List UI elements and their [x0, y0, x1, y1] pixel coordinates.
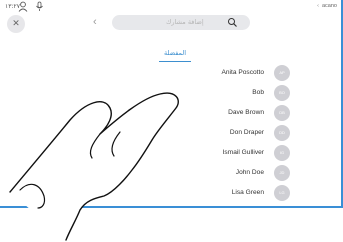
status-right: ‹ acano — [317, 3, 337, 9]
tab-favorites[interactable]: المفضلة — [159, 49, 191, 62]
contact-row[interactable]: Lisa Green LG — [190, 184, 292, 202]
contact-name: Ismail Gulliver — [222, 149, 264, 156]
back-chevron-icon[interactable]: ‹ — [93, 15, 97, 30]
contact-row[interactable]: Anita Poscotto AP — [190, 64, 292, 82]
search-placeholder: إضافة مشارك — [166, 18, 204, 26]
contact-row[interactable]: Bob BO — [190, 84, 292, 102]
avatar: DD — [274, 125, 290, 141]
contact-row[interactable]: Ismail Gulliver IG — [190, 144, 292, 162]
avatar: IG — [274, 145, 290, 161]
contact-row[interactable]: Dave Brown DB — [190, 104, 292, 122]
contact-name: Bob — [252, 89, 264, 96]
search-bar[interactable]: إضافة مشارك — [112, 15, 250, 30]
contact-row[interactable]: John Doe JD — [190, 164, 292, 182]
contact-row[interactable]: Don Draper DD — [190, 124, 292, 142]
contact-name: Dave Brown — [228, 109, 264, 116]
avatar: LG — [274, 185, 290, 201]
search-icon — [228, 18, 237, 27]
microphone-icon — [36, 1, 43, 11]
close-button[interactable]: ✕ — [7, 15, 25, 33]
status-brand: acano — [322, 3, 337, 9]
contact-name: John Doe — [235, 169, 264, 176]
status-bar: ١٣:٢٧ ‹ acano — [0, 0, 343, 14]
contact-name: Lisa Green — [231, 189, 264, 196]
avatar: JD — [274, 165, 290, 181]
chevron-left-icon: ‹ — [317, 3, 319, 9]
avatar: DB — [274, 105, 290, 121]
avatar: BO — [274, 85, 290, 101]
contact-name: Don Draper — [229, 129, 264, 136]
touch-screen: ١٣:٢٧ ‹ acano ✕ ‹ إضافة مشارك المفضلة Ani… — [0, 0, 343, 208]
user-icon — [18, 1, 28, 12]
avatar: AP — [274, 65, 290, 81]
contact-name: Anita Poscotto — [221, 69, 264, 76]
